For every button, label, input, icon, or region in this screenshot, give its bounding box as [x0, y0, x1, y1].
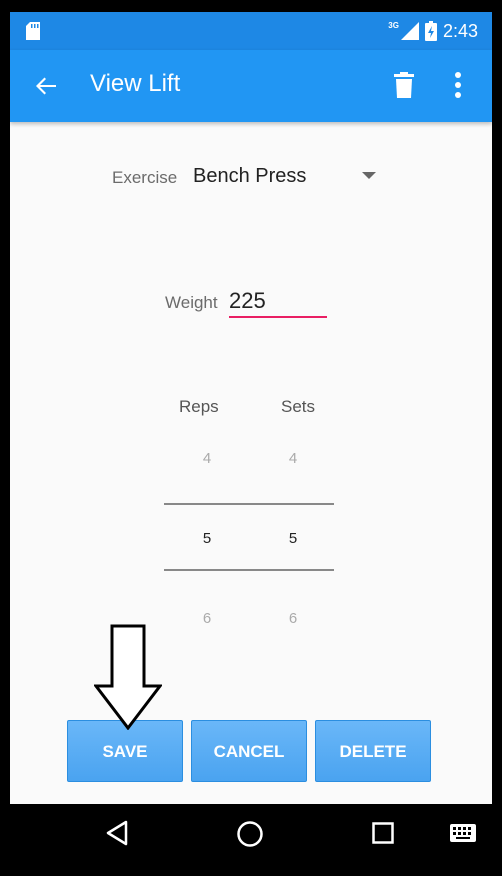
keyboard-icon[interactable]: [450, 824, 476, 842]
nav-back-icon[interactable]: [106, 820, 128, 846]
back-arrow-icon[interactable]: [34, 74, 58, 98]
app-screen: 3G 2:43 View Lift Exercise Bench Press W…: [10, 12, 492, 864]
sets-picker-prev[interactable]: 4: [250, 450, 336, 467]
sets-label: Sets: [281, 397, 316, 416]
sets-picker-next[interactable]: 6: [250, 610, 336, 627]
sd-card-icon: [26, 22, 40, 40]
picker-divider-bottom: [164, 569, 334, 571]
weight-input[interactable]: [229, 286, 327, 318]
weight-label: Weight: [165, 293, 218, 312]
reps-picker-current[interactable]: 5: [164, 530, 250, 547]
down-arrow-pointer-icon: [94, 624, 162, 730]
more-vert-icon[interactable]: [454, 72, 462, 98]
cancel-button[interactable]: CANCEL: [191, 720, 307, 782]
signal-icon: [400, 22, 419, 40]
reps-picker-prev[interactable]: 4: [164, 450, 250, 467]
trash-icon[interactable]: [394, 72, 414, 98]
reps-label: Reps: [179, 397, 219, 416]
sets-picker-current[interactable]: 5: [250, 530, 336, 547]
network-type: 3G: [388, 20, 399, 30]
nav-home-icon[interactable]: [236, 820, 264, 848]
navigation-bar: [10, 804, 492, 864]
delete-button[interactable]: DELETE: [315, 720, 431, 782]
status-bar: 3G 2:43: [10, 12, 492, 50]
exercise-spinner[interactable]: Bench Press: [193, 165, 306, 188]
page-title: View Lift: [90, 70, 181, 97]
dropdown-caret-icon[interactable]: [362, 172, 376, 179]
picker-divider-top: [164, 503, 334, 505]
app-bar: View Lift: [10, 50, 492, 122]
clock: 2:43: [442, 20, 478, 41]
nav-recents-icon[interactable]: [372, 822, 394, 844]
reps-picker-next[interactable]: 6: [164, 610, 250, 627]
exercise-label: Exercise: [112, 168, 178, 187]
battery-charging-icon: [424, 21, 437, 41]
